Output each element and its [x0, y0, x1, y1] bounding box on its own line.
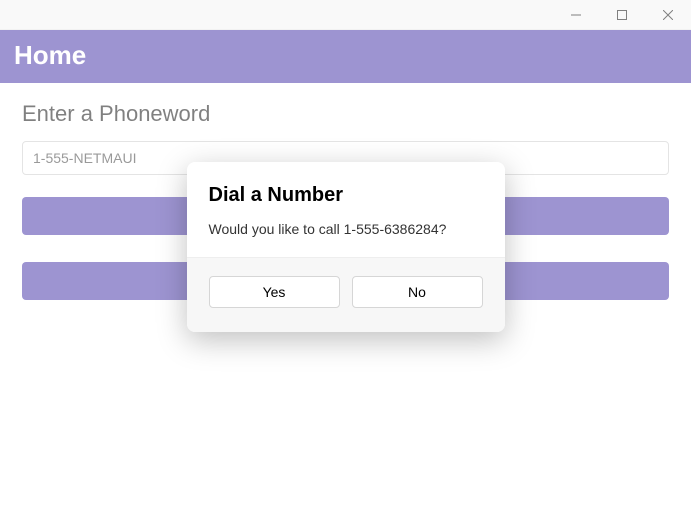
dialog-title: Dial a Number [209, 184, 483, 207]
dial-dialog: Dial a Number Would you like to call 1-5… [187, 162, 505, 332]
dialog-no-button[interactable]: No [352, 276, 483, 308]
modal-overlay: Dial a Number Would you like to call 1-5… [0, 0, 691, 513]
dialog-message: Would you like to call 1-555-6386284? [209, 221, 483, 237]
dialog-actions: Yes No [187, 257, 505, 332]
dialog-body: Dial a Number Would you like to call 1-5… [187, 162, 505, 257]
dialog-yes-button[interactable]: Yes [209, 276, 340, 308]
